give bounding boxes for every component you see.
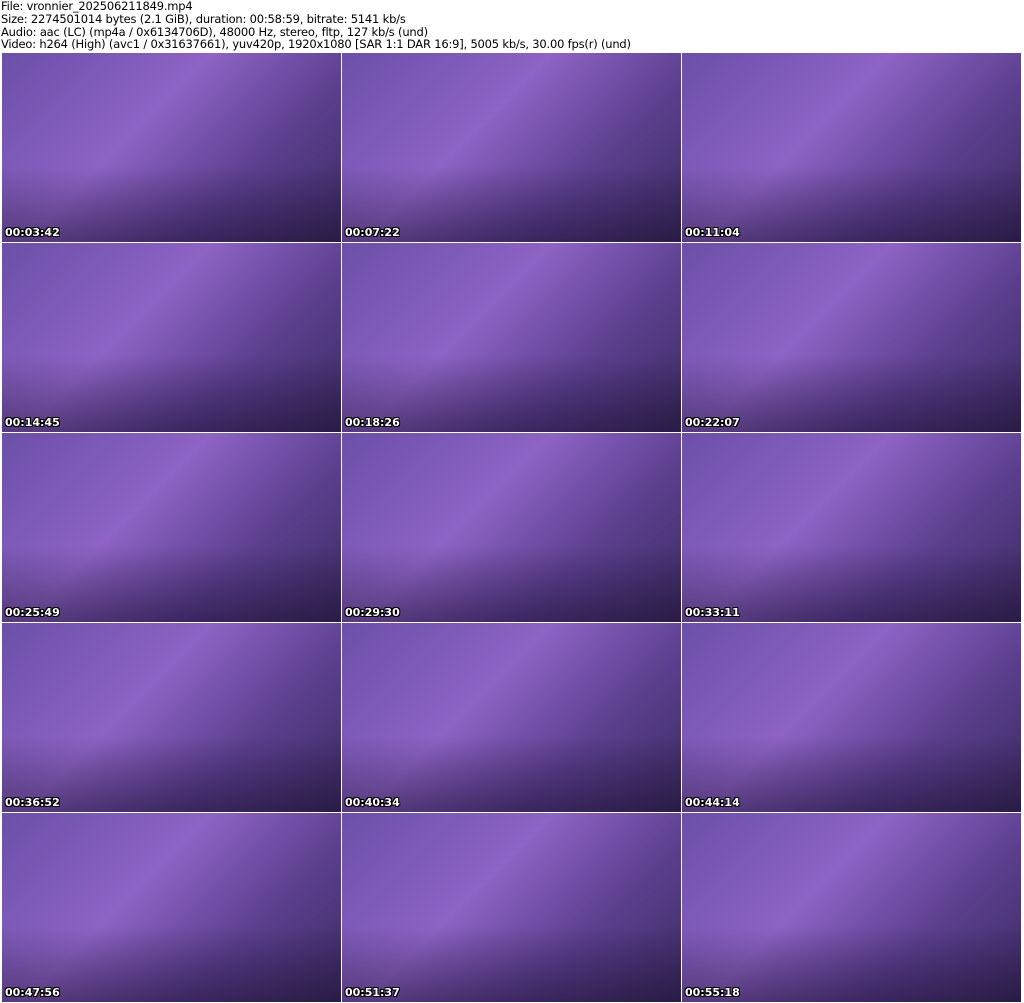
video-frame-thumbnail: 00:36:52 — [2, 623, 341, 812]
frame-timestamp: 00:14:45 — [5, 416, 60, 429]
video-frame-thumbnail: 00:14:45 — [2, 243, 341, 432]
video-info: Video: h264 (High) (avc1 / 0x31637661), … — [1, 37, 631, 52]
video-frame-thumbnail: 00:18:26 — [342, 243, 681, 432]
file-size-info: Size: 2274501014 bytes (2.1 GiB), durati… — [1, 11, 406, 26]
video-frame-thumbnail: 00:55:18 — [682, 813, 1021, 1002]
frame-timestamp: 00:07:22 — [345, 226, 400, 239]
video-frame-thumbnail: 00:29:30 — [342, 433, 681, 622]
video-frame-thumbnail: 00:25:49 — [2, 433, 341, 622]
video-frame-thumbnail: 00:44:14 — [682, 623, 1021, 812]
thumbnail-grid: 00:03:42 00:07:22 00:11:04 00:14:45 00:18:26… — [2, 53, 1021, 1002]
video-frame-thumbnail: 00:07:22 — [342, 53, 681, 242]
frame-timestamp: 00:51:37 — [345, 986, 400, 999]
frame-timestamp: 00:47:56 — [5, 986, 60, 999]
frame-timestamp: 00:44:14 — [685, 796, 740, 809]
frame-timestamp: 00:40:34 — [345, 796, 400, 809]
frame-timestamp: 00:55:18 — [685, 986, 740, 999]
video-frame-thumbnail: 00:51:37 — [342, 813, 681, 1002]
video-frame-thumbnail: 00:11:04 — [682, 53, 1021, 242]
frame-timestamp: 00:03:42 — [5, 226, 60, 239]
frame-timestamp: 00:11:04 — [685, 226, 740, 239]
frame-timestamp: 00:18:26 — [345, 416, 400, 429]
frame-timestamp: 00:36:52 — [5, 796, 60, 809]
video-frame-thumbnail: 00:03:42 — [2, 53, 341, 242]
video-frame-thumbnail: 00:40:34 — [342, 623, 681, 812]
video-frame-thumbnail: 00:47:56 — [2, 813, 341, 1002]
video-frame-thumbnail: 00:33:11 — [682, 433, 1021, 622]
file-name: File: vronnier_202506211849.mp4 — [1, 0, 193, 13]
frame-timestamp: 00:33:11 — [685, 606, 740, 619]
frame-timestamp: 00:29:30 — [345, 606, 400, 619]
frame-timestamp: 00:22:07 — [685, 416, 740, 429]
file-info-header: File: vronnier_202506211849.mp4 Size: 22… — [1, 0, 631, 51]
video-frame-thumbnail: 00:22:07 — [682, 243, 1021, 432]
frame-timestamp: 00:25:49 — [5, 606, 60, 619]
